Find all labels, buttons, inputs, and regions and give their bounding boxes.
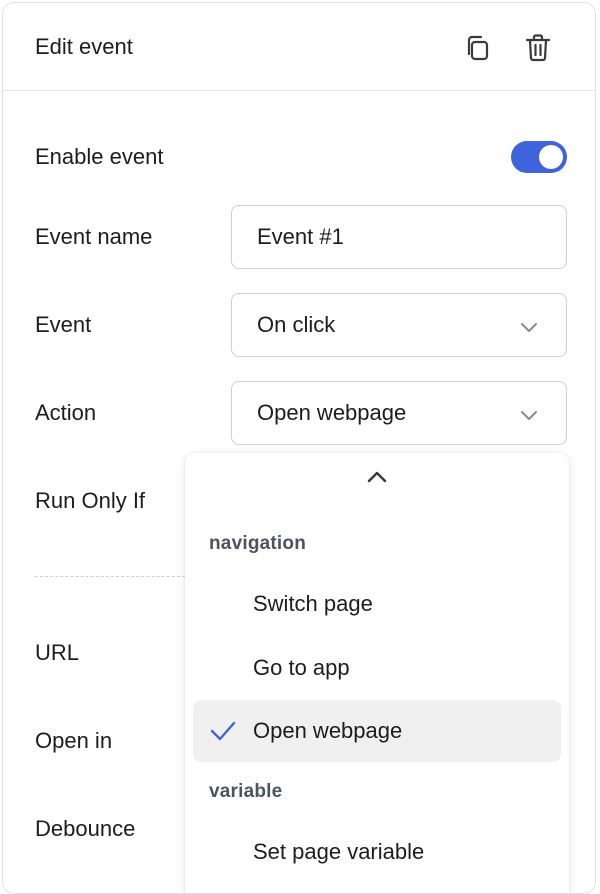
option-label: Open webpage [253,718,403,743]
event-name-input[interactable] [257,224,537,250]
checkmark-icon [210,721,236,741]
option-label: Switch page [253,591,373,616]
option-set-page-variable[interactable]: Set page variable [193,821,561,883]
action-select-value: Open webpage [257,400,407,425]
action-label: Action [35,400,97,425]
page-title: Edit event [35,34,133,59]
option-switch-page[interactable]: Switch page [193,573,561,635]
section-divider [35,576,195,577]
event-label: Event [35,312,92,337]
group-label-navigation: navigation [209,533,307,554]
duplicate-button[interactable] [461,31,495,65]
option-label: Go to app [253,655,350,680]
open-in-label: Open in [35,728,113,753]
event-select[interactable]: On click [231,293,567,357]
group-label-variable: variable [209,781,283,802]
url-label: URL [35,640,80,665]
toggle-knob [539,145,563,169]
chevron-up-icon[interactable] [365,467,389,487]
option-open-webpage[interactable]: Open webpage [193,700,561,762]
enable-event-label: Enable event [35,144,164,169]
chevron-down-icon [521,411,537,420]
enable-event-toggle[interactable] [511,141,567,173]
action-dropdown-menu: navigation Switch page Go to app Open we… [185,453,569,893]
event-name-label: Event name [35,224,153,249]
trash-icon [525,34,551,62]
option-label: Set page variable [253,839,425,864]
event-select-value: On click [257,312,336,337]
option-go-to-app[interactable]: Go to app [193,637,561,699]
action-select[interactable]: Open webpage [231,381,567,445]
edit-event-panel: Edit event Enable event Event name Event… [2,2,596,894]
run-only-if-label: Run Only If [35,488,146,513]
chevron-down-icon [521,323,537,332]
debounce-label: Debounce [35,816,136,841]
panel-header: Edit event [3,3,595,91]
copy-icon [467,35,489,61]
event-name-field[interactable] [231,205,567,269]
delete-button[interactable] [521,31,555,65]
